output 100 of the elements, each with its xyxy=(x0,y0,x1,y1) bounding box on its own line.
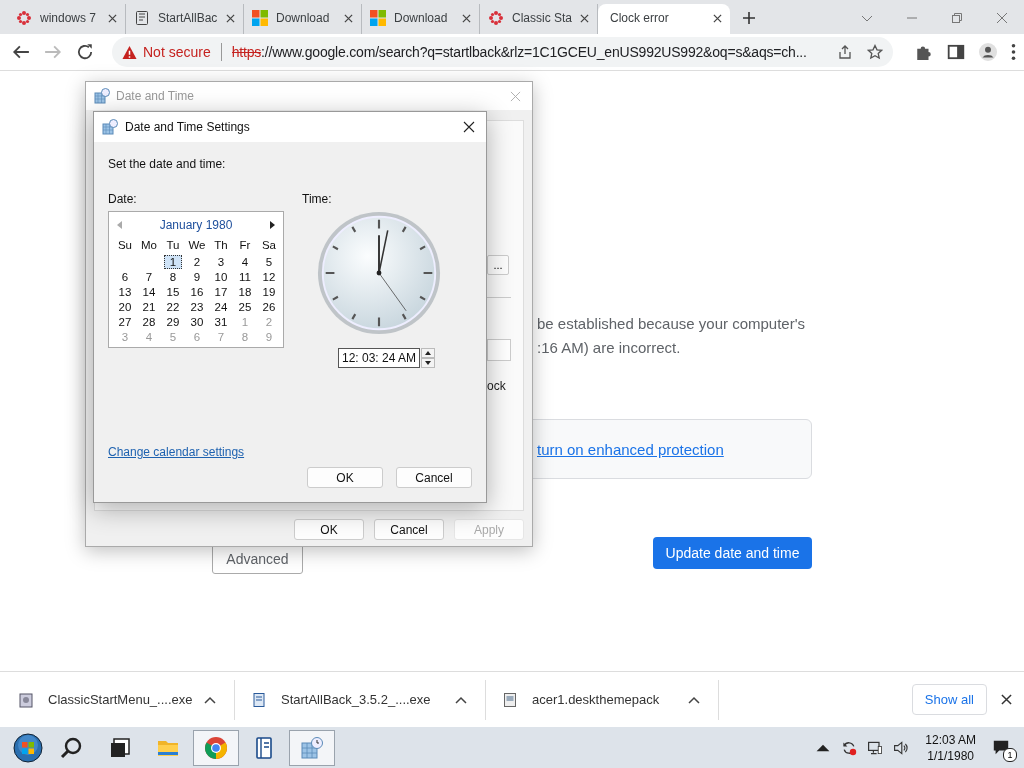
instruction-text: Set the date and time: xyxy=(108,157,227,171)
calendar-day[interactable]: 29 xyxy=(161,315,185,329)
weekday-label: Mo xyxy=(140,238,158,252)
date-label: Date: xyxy=(108,192,138,206)
browser-tab[interactable]: Download xyxy=(362,4,480,34)
search-icon xyxy=(60,735,84,760)
book-icon xyxy=(134,10,150,26)
close-icon[interactable] xyxy=(1001,694,1012,705)
calendar-day[interactable]: 28 xyxy=(137,315,161,329)
window-title: Date and Time Settings xyxy=(125,120,251,134)
time-label: Time: xyxy=(302,192,333,206)
show-all-button[interactable]: Show all xyxy=(911,684,987,715)
error-message-line: be established because your computer's xyxy=(537,315,807,333)
calendar-day[interactable]: 1 xyxy=(164,255,182,269)
calendar-day[interactable]: 6 xyxy=(113,270,137,284)
flower-icon xyxy=(488,10,504,26)
profile-icon[interactable] xyxy=(979,43,997,61)
weekday-label: Su xyxy=(116,238,134,252)
notification-badge: 1 xyxy=(1003,747,1017,762)
download-filename[interactable]: ClassicStartMenu_....exe xyxy=(48,692,190,707)
calendar-day[interactable]: 24 xyxy=(209,300,233,314)
calendar-day[interactable]: 8 xyxy=(161,270,185,284)
calendar-day[interactable]: 26 xyxy=(257,300,281,314)
calendar-day[interactable]: 7 xyxy=(137,270,161,284)
month-title[interactable]: January 1980 xyxy=(159,218,233,232)
calendar-day[interactable]: 20 xyxy=(113,300,137,314)
caret-up-icon[interactable] xyxy=(455,695,467,704)
calendar-day[interactable]: 12 xyxy=(257,270,281,284)
weekday-label: We xyxy=(187,238,207,252)
calendar-day[interactable]: 27 xyxy=(113,315,137,329)
calendar-day[interactable]: 22 xyxy=(161,300,185,314)
warning-icon xyxy=(122,44,137,60)
volume-icon[interactable] xyxy=(893,739,910,756)
change-calendar-settings-link[interactable]: Change calendar settings xyxy=(108,445,245,459)
weekday-label: Th xyxy=(213,238,229,252)
chrome-icon xyxy=(204,735,228,760)
task-view-icon xyxy=(108,735,132,760)
dialog-button[interactable]: Cancel xyxy=(374,519,444,540)
partial-button[interactable]: ... xyxy=(487,255,509,275)
restore-icon[interactable] xyxy=(951,12,963,24)
calendar-day[interactable]: 9 xyxy=(185,270,209,284)
download-filename[interactable]: StartAllBack_3.5.2_....exe xyxy=(281,692,441,707)
book-icon xyxy=(251,691,267,708)
browser-tab[interactable]: Download xyxy=(244,4,362,34)
reload-icon[interactable] xyxy=(76,43,94,61)
browser-tab[interactable]: windows 7 xyxy=(8,4,126,34)
calendar-day[interactable]: 13 xyxy=(113,285,137,299)
calendar-day[interactable]: 21 xyxy=(137,300,161,314)
close-icon[interactable] xyxy=(226,13,235,23)
spinner-icon[interactable] xyxy=(421,348,436,368)
browser-tab[interactable]: Clock error xyxy=(598,4,730,34)
calendar-day[interactable]: 25 xyxy=(233,300,257,314)
taskbar-time[interactable]: 12:03 AM xyxy=(925,731,976,748)
calendar-clock-icon xyxy=(102,119,118,135)
start-orb-icon[interactable] xyxy=(13,732,43,763)
calendar-day[interactable]: 17 xyxy=(209,285,233,299)
security-label[interactable]: Not secure xyxy=(143,44,211,60)
url-text: https://www.google.com/search?q=startlback&rlz=1C1GCEU_enUS992US992&oq=s&aqs=ch... xyxy=(231,44,808,60)
side-panel-icon[interactable] xyxy=(947,43,965,61)
new-tab-icon[interactable] xyxy=(742,11,756,25)
calendar-day[interactable]: 31 xyxy=(209,315,233,329)
back-icon[interactable] xyxy=(12,43,30,61)
next-month-icon[interactable] xyxy=(269,221,275,229)
time-field[interactable]: 12: 03: 24 AM xyxy=(338,348,421,368)
close-icon[interactable] xyxy=(580,13,590,23)
network-icon[interactable] xyxy=(867,739,884,756)
caret-up-icon[interactable] xyxy=(688,695,700,704)
star-icon[interactable] xyxy=(867,44,883,60)
close-icon[interactable] xyxy=(462,13,471,23)
calendar-day[interactable]: 2 xyxy=(185,255,209,269)
dialog-button[interactable]: OK xyxy=(307,467,383,488)
sync-icon[interactable] xyxy=(841,739,858,756)
taskbar-date[interactable]: 1/1/1980 xyxy=(927,747,974,764)
address-field[interactable]: Not secure https://www.google.com/search?q=startlback&rlz=1C1GCEU_enUS992US992&oq=s&aqs=ch... xyxy=(112,37,893,67)
dialog-button[interactable]: Cancel xyxy=(396,467,472,488)
browser-tab[interactable]: StartAllBac xyxy=(126,4,244,34)
calendar-day[interactable]: 19 xyxy=(257,285,281,299)
windows-logo-icon xyxy=(370,10,386,26)
close-icon[interactable] xyxy=(108,13,117,23)
calendar-day[interactable]: 23 xyxy=(185,300,209,314)
calendar-day[interactable]: 11 xyxy=(233,270,257,284)
close-icon[interactable] xyxy=(344,13,353,23)
dialog-button[interactable]: OK xyxy=(294,519,364,540)
calendar-day[interactable]: 5 xyxy=(257,255,281,269)
calendar-day[interactable]: 3 xyxy=(209,255,233,269)
update-date-time-button[interactable]: Update date and time xyxy=(653,537,812,569)
calendar-day[interactable]: 16 xyxy=(185,285,209,299)
calendar-day[interactable]: 15 xyxy=(161,285,185,299)
caret-up-icon[interactable] xyxy=(204,695,216,704)
close-icon[interactable] xyxy=(713,13,722,23)
calendar-day[interactable]: 18 xyxy=(233,285,257,299)
calendar-day[interactable]: 4 xyxy=(233,255,257,269)
close-icon[interactable] xyxy=(463,121,475,133)
calendar-day[interactable]: 14 xyxy=(137,285,161,299)
calendar-day[interactable]: 30 xyxy=(185,315,209,329)
calendar-day[interactable]: 10 xyxy=(209,270,233,284)
menu-icon[interactable] xyxy=(1011,43,1016,61)
enhanced-protection-link[interactable]: turn on enhanced protection xyxy=(537,440,724,458)
share-icon[interactable] xyxy=(837,44,853,60)
download-filename[interactable]: acer1.deskthemepack xyxy=(532,692,674,707)
